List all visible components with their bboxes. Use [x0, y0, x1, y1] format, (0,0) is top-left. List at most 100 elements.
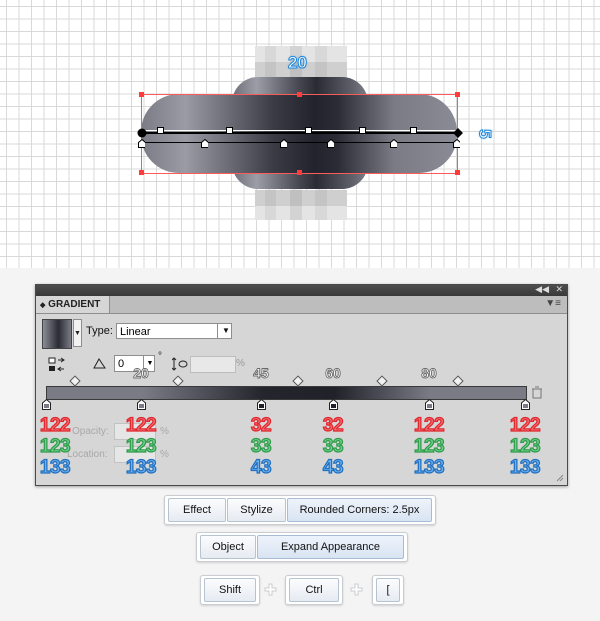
artboard-canvas[interactable]: 20 5 — [0, 0, 600, 268]
gradient-midpoint-marker[interactable] — [157, 127, 164, 134]
opacity-percent: % — [160, 426, 169, 437]
selection-handle[interactable] — [297, 170, 302, 175]
panel-tab-bar: ◆ GRADIENT ▼≡ — [36, 296, 567, 314]
stop-location-label: 20 — [133, 365, 149, 382]
tab-gradient-label: GRADIENT — [48, 299, 101, 310]
reverse-gradient-icon[interactable] — [48, 357, 66, 373]
stop-red-value: 122 — [509, 415, 541, 436]
midpoint-diamond[interactable] — [69, 375, 81, 387]
stop-red-value: 32 — [250, 415, 272, 436]
selection-bounding-box — [141, 94, 458, 174]
type-select[interactable]: Linear — [116, 323, 232, 339]
effect-menu-path: Effect Stylize Rounded Corners: 2.5px — [164, 495, 436, 525]
stop-location-label: 80 — [421, 365, 437, 382]
annotator-stop-icon[interactable] — [453, 139, 460, 148]
bracket-key-button[interactable]: [ — [376, 578, 400, 602]
ctrl-key-button[interactable]: Ctrl — [289, 578, 339, 602]
selection-handle[interactable] — [455, 92, 460, 97]
stop-green-value: 123 — [125, 436, 157, 457]
plus-icon — [350, 583, 363, 596]
effect-menu-button[interactable]: Effect — [168, 498, 226, 522]
stop-blue-value: 43 — [322, 457, 344, 478]
selection-handle[interactable] — [455, 170, 460, 175]
plus-icon — [264, 583, 277, 596]
annotator-stop-icon[interactable] — [138, 139, 145, 148]
gradient-stop[interactable] — [257, 399, 266, 410]
trash-icon[interactable] — [531, 386, 543, 399]
annotator-stop-icon[interactable] — [390, 139, 397, 148]
stop-blue-value: 133 — [413, 457, 445, 478]
height-dimension-label: 5 — [475, 129, 495, 139]
stop-red-value: 122 — [125, 415, 157, 436]
close-icon[interactable]: ✕ — [555, 284, 563, 295]
stop-blue-value: 133 — [125, 457, 157, 478]
gradient-origin-icon[interactable] — [136, 127, 148, 139]
chevron-down-icon[interactable]: ▼ — [217, 323, 234, 339]
type-label: Type: — [86, 325, 113, 337]
bracket-key: [ — [372, 575, 404, 605]
aspect-ratio-icon — [172, 357, 188, 371]
gradient-panel: ◀◀ ✕ ◆ GRADIENT ▼≡ ▼ Type: Linear ▼ 0 ▼ … — [35, 284, 568, 486]
gradient-midpoint-marker[interactable] — [226, 127, 233, 134]
collapse-icon[interactable]: ◀◀ — [535, 284, 549, 295]
gradient-stop[interactable] — [521, 399, 530, 410]
angle-value: 0 — [118, 358, 125, 370]
stop-green-value: 123 — [509, 436, 541, 457]
shift-key: Shift — [200, 575, 260, 605]
stylize-menu-button[interactable]: Stylize — [227, 498, 286, 522]
selection-handle[interactable] — [139, 170, 144, 175]
gradient-stop[interactable] — [425, 399, 434, 410]
stop-green-value: 33 — [322, 436, 344, 457]
panel-menu-icon[interactable]: ▼≡ — [545, 298, 561, 309]
type-value: Linear — [120, 326, 151, 338]
gradient-swatch[interactable] — [42, 319, 72, 349]
stop-location-label: 60 — [325, 365, 341, 382]
panel-title-bar[interactable]: ◀◀ ✕ — [36, 284, 567, 296]
stop-green-value: 33 — [250, 436, 272, 457]
object-menu-path: Object Expand Appearance — [196, 532, 408, 562]
stop-blue-value: 43 — [250, 457, 272, 478]
annotator-stop-icon[interactable] — [201, 139, 208, 148]
expand-appearance-menu-button[interactable]: Expand Appearance — [257, 535, 404, 559]
gradient-midpoint-marker[interactable] — [359, 127, 366, 134]
gradient-stop[interactable] — [42, 399, 51, 410]
stop-red-value: 122 — [413, 415, 445, 436]
selection-handle[interactable] — [139, 92, 144, 97]
width-dimension-label: 20 — [288, 53, 308, 73]
object-menu-button[interactable]: Object — [200, 535, 256, 559]
gradient-slider[interactable] — [46, 386, 527, 400]
shift-key-button[interactable]: Shift — [204, 578, 256, 602]
midpoint-diamond[interactable] — [292, 375, 304, 387]
aspect-percent: % — [236, 358, 245, 369]
midpoint-diamond[interactable] — [452, 375, 464, 387]
resize-grip-icon[interactable] — [556, 474, 564, 482]
stop-green-value: 123 — [39, 436, 71, 457]
annotator-stop-icon[interactable] — [280, 139, 287, 148]
gradient-stop[interactable] — [329, 399, 338, 410]
midpoint-diamond[interactable] — [172, 375, 184, 387]
opacity-label: Opacity: — [72, 426, 109, 437]
stop-blue-value: 133 — [509, 457, 541, 478]
tab-gradient[interactable]: ◆ GRADIENT — [36, 296, 110, 313]
gradient-stop[interactable] — [137, 399, 146, 410]
annotator-stop-icon[interactable] — [327, 139, 334, 148]
degree-symbol: ° — [158, 351, 162, 362]
aspect-ratio-input[interactable] — [190, 356, 236, 373]
stop-blue-value: 133 — [39, 457, 71, 478]
gradient-stop-bar — [141, 142, 458, 143]
location-percent: % — [160, 449, 169, 460]
gradient-midpoint-marker[interactable] — [410, 127, 417, 134]
angle-icon — [93, 358, 106, 369]
stop-red-value: 32 — [322, 415, 344, 436]
midpoint-diamond[interactable] — [376, 375, 388, 387]
swatch-dropdown-icon[interactable]: ▼ — [73, 319, 82, 347]
ctrl-key: Ctrl — [285, 575, 343, 605]
selection-handle[interactable] — [297, 92, 302, 97]
gradient-midpoint-marker[interactable] — [305, 127, 312, 134]
stop-green-value: 123 — [413, 436, 445, 457]
gradient-end-diamond-icon[interactable] — [452, 127, 464, 139]
rounded-corners-menu-button[interactable]: Rounded Corners: 2.5px — [287, 498, 432, 522]
stop-location-label: 45 — [253, 365, 269, 382]
tab-arrows-icon: ◆ — [40, 302, 46, 309]
stop-red-value: 122 — [39, 415, 71, 436]
